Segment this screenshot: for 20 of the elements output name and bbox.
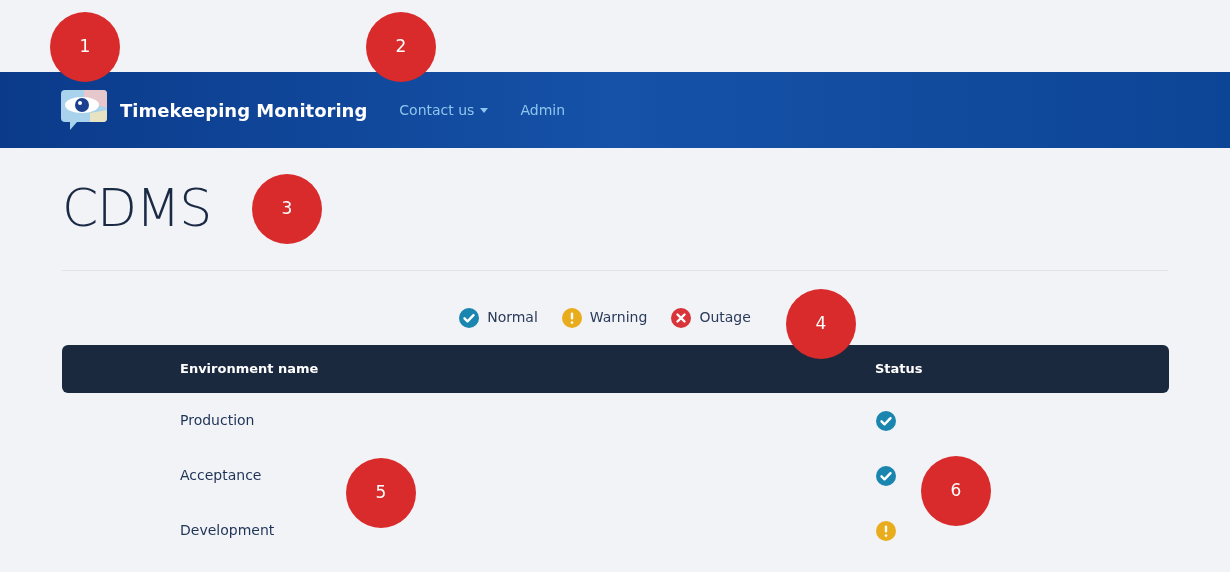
callout-marker: 1: [50, 12, 120, 82]
callout-marker: 2: [366, 12, 436, 82]
caret-icon: [480, 107, 489, 113]
eye-logo-icon: [60, 89, 108, 131]
column-header: Environment name: [180, 360, 320, 379]
callout-marker: 4: [786, 289, 856, 359]
legend-label: Outage: [699, 308, 751, 327]
legend-label: Warning: [589, 308, 648, 327]
column-header: Status: [875, 360, 923, 379]
table-cell-text: Acceptance: [180, 466, 263, 485]
callout-marker: 6: [921, 456, 991, 526]
legend-label: Normal: [487, 308, 538, 327]
callout-marker: 3: [252, 174, 322, 244]
table-cell-text: Production: [180, 411, 256, 430]
nav-link[interactable]: Admin: [520, 99, 566, 121]
callout-marker: 5: [346, 458, 416, 528]
page-title: CDMS: [62, 182, 212, 234]
table-cell-text: Development: [180, 521, 276, 540]
nav-link[interactable]: Contact us: [399, 99, 489, 121]
brand-name[interactable]: Timekeeping Monitoring: [120, 96, 368, 124]
